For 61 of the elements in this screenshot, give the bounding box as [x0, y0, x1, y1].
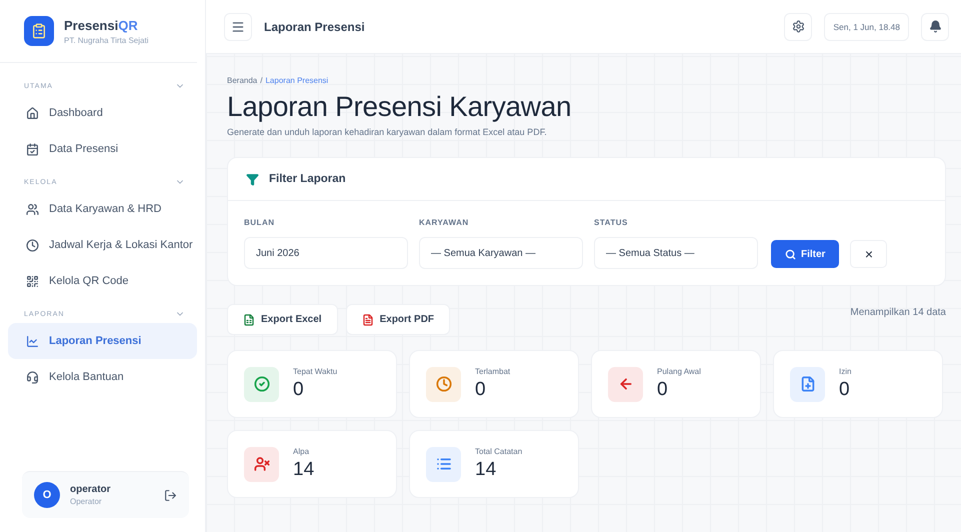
notification-button[interactable]	[921, 12, 949, 40]
user-name: operator	[70, 484, 112, 495]
logo-icon	[24, 16, 54, 46]
company-name: PT. Nugraha Tirta Sejati	[64, 36, 148, 44]
export-button[interactable]: Export PDF	[346, 304, 450, 335]
user-role: Operator	[70, 497, 103, 506]
stat-value: 0	[475, 379, 487, 401]
settings-button[interactable]	[784, 12, 812, 40]
spreadsheet-icon	[243, 314, 255, 326]
nav-item[interactable]: Kelola Bantuan	[8, 359, 197, 395]
export-button[interactable]: Export Excel	[227, 304, 338, 335]
clear-button[interactable]: ×	[850, 240, 888, 268]
stat-label: Alpa	[293, 447, 310, 456]
calendar-icon	[26, 142, 39, 156]
menu-button[interactable]	[224, 12, 252, 40]
stat-value: 14	[475, 459, 498, 481]
pdf-file-icon	[362, 314, 374, 326]
line-chart-icon	[26, 334, 39, 348]
field-label: STATUS	[594, 218, 629, 227]
nav-item[interactable]: Data Karyawan & HRD	[8, 191, 197, 227]
select-field[interactable]: Juni 2026	[244, 237, 408, 269]
nav-item[interactable]: Kelola QR Code	[8, 263, 197, 299]
settings-icon	[792, 20, 805, 33]
stat-value: 14	[293, 459, 314, 481]
stat-label: Tepat Waktu	[293, 367, 338, 376]
page-subtitle: Generate dan unduh laporan kehadiran karyawan dalam format Excel atau PDF.	[227, 127, 548, 137]
filter-icon	[246, 172, 259, 186]
users-icon	[26, 202, 39, 216]
qr-code-icon	[26, 274, 39, 288]
bell-icon	[928, 20, 942, 33]
date-time: Sen, 1 Jun, 18.48	[824, 12, 909, 40]
field-label: KARYAWAN	[419, 218, 470, 227]
page-header-title: Laporan Presensi	[264, 20, 366, 34]
page-title: Laporan Presensi Karyawan	[227, 91, 572, 123]
logout-icon[interactable]	[164, 488, 177, 502]
avatar: O	[34, 482, 60, 508]
breadcrumb-link[interactable]: Beranda	[227, 76, 258, 85]
stat-value: 0	[293, 379, 305, 401]
home-icon	[26, 106, 39, 120]
stat-label: Terlambat	[475, 367, 510, 376]
select-field[interactable]: — Semua Karyawan —	[419, 237, 583, 269]
stat-label: Izin	[839, 367, 852, 376]
nav-item[interactable]: Dashboard	[8, 95, 197, 131]
stat-label: Pulang Awal	[657, 367, 701, 376]
headset-icon	[26, 370, 39, 384]
filter-button[interactable]: Filter	[771, 240, 840, 268]
select-field[interactable]: — Semua Status —	[594, 237, 758, 269]
stat-label: Total Catatan	[475, 447, 522, 456]
brand-name: PresensiQR	[64, 18, 139, 32]
nav-item[interactable]: Jadwal Kerja & Lokasi Kantor	[8, 227, 197, 263]
stat-value: 0	[657, 379, 669, 401]
clock-icon	[26, 238, 39, 252]
stat-value: 0	[839, 379, 851, 401]
field-label: BULAN	[244, 218, 276, 227]
breadcrumb-separator: /	[260, 76, 262, 85]
search-icon	[785, 248, 796, 260]
nav-item[interactable]: Laporan Presensi	[8, 323, 197, 359]
nav-item[interactable]: Data Presensi	[8, 131, 197, 167]
menu-icon	[231, 20, 245, 34]
record-count: Menampilkan 14 data	[850, 307, 946, 318]
card-title: Filter Laporan	[269, 173, 346, 185]
